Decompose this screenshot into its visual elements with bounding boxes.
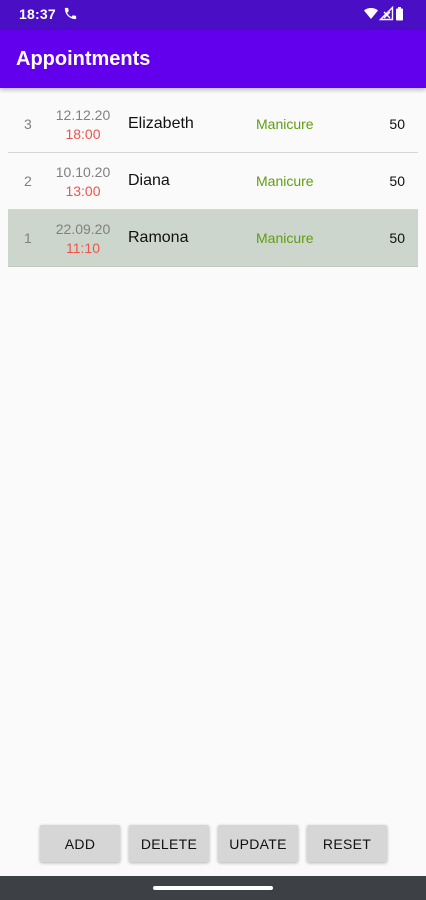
appointment-row[interactable]: 2 10.10.20 13:00 Diana Manicure 50 <box>8 153 418 210</box>
service-name: Manicure <box>256 116 314 132</box>
action-buttons: ADD DELETE UPDATE RESET <box>40 825 387 862</box>
appointment-price: 50 <box>389 173 405 189</box>
client-name: Ramona <box>128 229 189 246</box>
service-name: Manicure <box>256 173 314 189</box>
home-gesture-handle[interactable] <box>153 886 273 890</box>
appointment-time: 11:10 <box>66 240 100 256</box>
appointment-row-selected[interactable]: 1 22.09.20 11:10 Ramona Manicure 50 <box>8 210 418 267</box>
appointment-date: 10.10.20 <box>55 164 111 180</box>
client-name: Elizabeth <box>128 115 194 132</box>
appointment-price: 50 <box>389 230 405 246</box>
page-title: Appointments <box>16 48 151 70</box>
status-bar: 18:37 <box>0 0 426 30</box>
client-name: Diana <box>128 172 170 189</box>
appointment-price: 50 <box>389 116 405 132</box>
cell-signal-icon <box>378 6 394 21</box>
delete-button[interactable]: DELETE <box>129 825 209 862</box>
status-time: 18:37 <box>19 6 56 22</box>
appointment-id: 2 <box>24 173 32 189</box>
app-screen: 18:37 Appointments 3 12.12.20 18:00 Eliz… <box>0 0 426 900</box>
add-button[interactable]: ADD <box>40 825 120 862</box>
appointment-date: 22.09.20 <box>55 221 111 237</box>
update-button[interactable]: UPDATE <box>218 825 298 862</box>
appointment-time: 13:00 <box>65 183 101 199</box>
service-name: Manicure <box>256 230 314 246</box>
appointment-id: 1 <box>24 230 32 246</box>
app-bar: Appointments <box>0 30 426 88</box>
appointment-row[interactable]: 3 12.12.20 18:00 Elizabeth Manicure 50 <box>8 96 418 153</box>
appointment-id: 3 <box>24 116 32 132</box>
appointment-list: 3 12.12.20 18:00 Elizabeth Manicure 50 2… <box>8 96 418 267</box>
status-icons <box>364 6 403 21</box>
battery-icon <box>396 7 403 21</box>
navigation-bar <box>0 876 426 900</box>
wifi-icon <box>364 8 378 19</box>
reset-button[interactable]: RESET <box>307 825 387 862</box>
appointment-date: 12.12.20 <box>55 107 111 123</box>
phone-icon <box>64 7 77 20</box>
appointment-time: 18:00 <box>65 126 101 142</box>
